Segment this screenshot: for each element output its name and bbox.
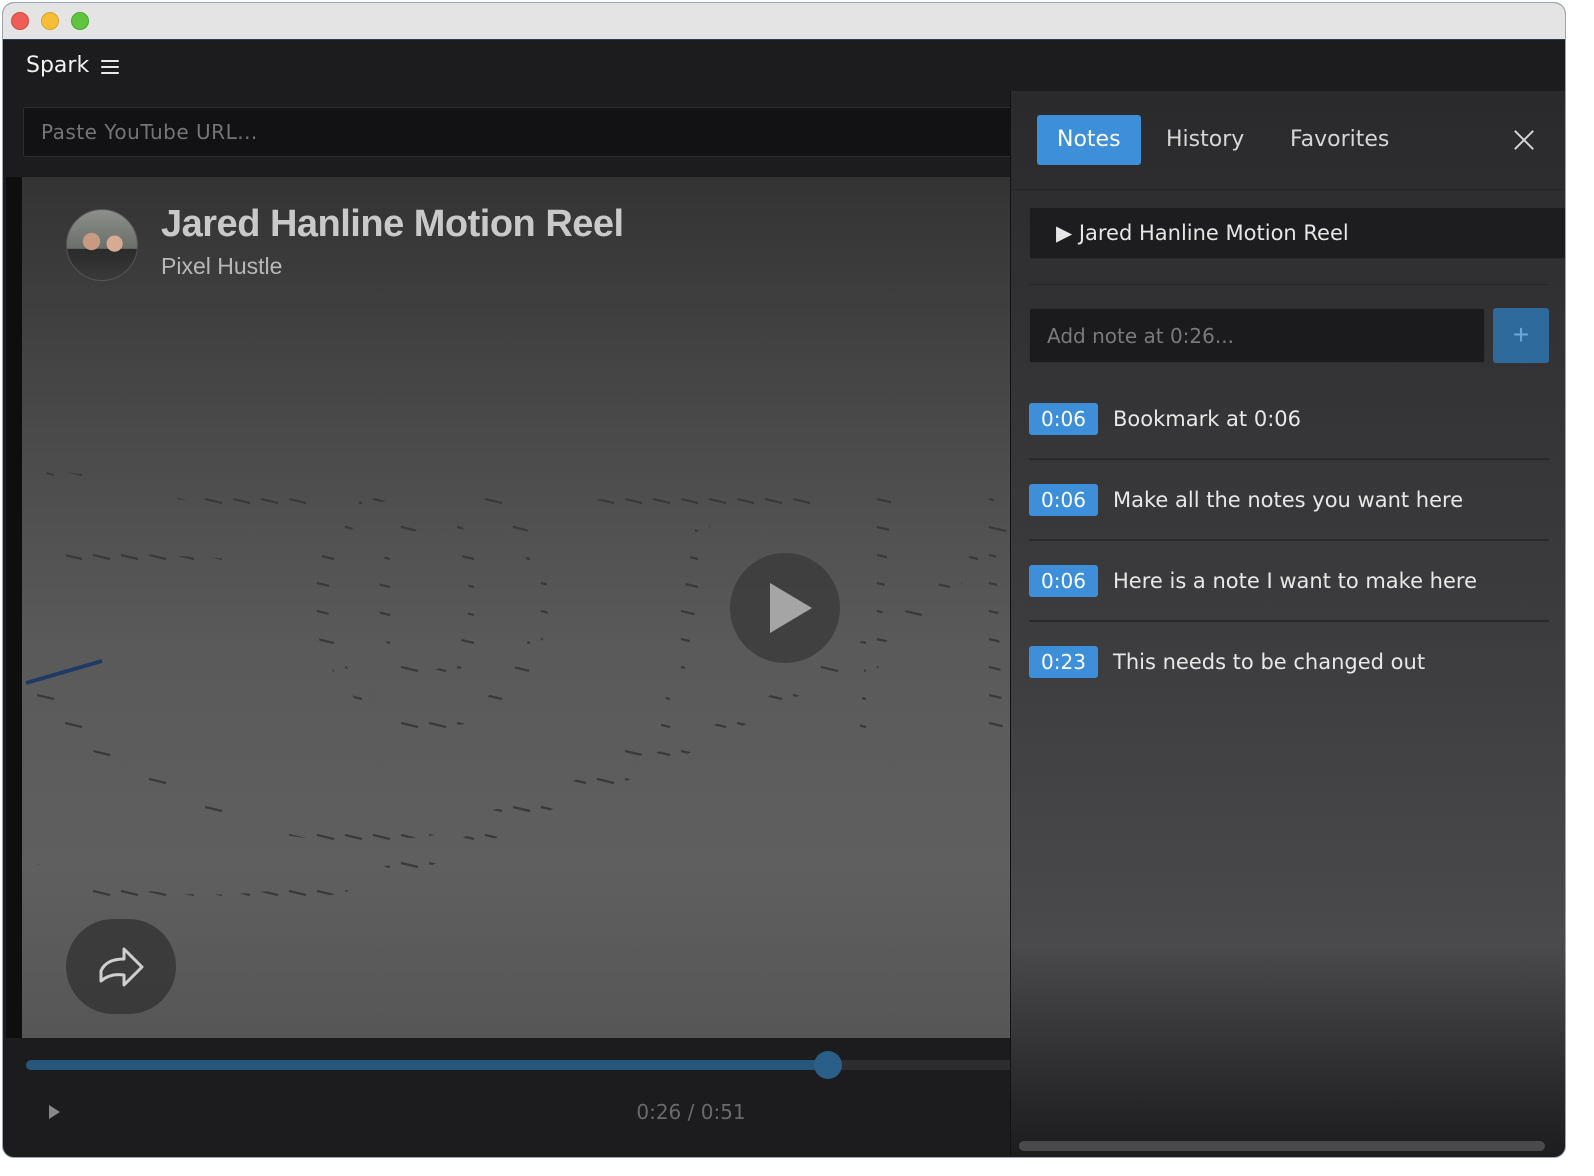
video-left-edge bbox=[6, 177, 22, 1038]
time-display: 0:26 / 0:51 bbox=[636, 1100, 746, 1124]
app-window: Spark Jared Hanline Motion Reel bbox=[2, 2, 1566, 1158]
note-divider bbox=[1029, 458, 1549, 460]
channel-avatar[interactable] bbox=[66, 209, 138, 281]
player-controls: 0:26 / 0:51 bbox=[6, 1038, 1016, 1157]
note-item[interactable]: 0:06 Here is a note I want to make here bbox=[1029, 565, 1549, 645]
note-text: Bookmark at 0:06 bbox=[1113, 407, 1301, 431]
note-divider bbox=[1029, 539, 1549, 541]
play-icon[interactable] bbox=[49, 1105, 60, 1119]
hamburger-menu-icon[interactable] bbox=[101, 60, 119, 74]
note-timestamp-badge[interactable]: 0:06 bbox=[1029, 403, 1098, 435]
video-select-dropdown[interactable]: ▶ Jared Hanline Motion Reel bbox=[1029, 207, 1565, 259]
close-panel-icon[interactable] bbox=[1499, 115, 1549, 165]
window-titlebar bbox=[3, 3, 1565, 40]
video-frame-art bbox=[20, 347, 1016, 909]
note-timestamp-badge[interactable]: 0:06 bbox=[1029, 565, 1098, 597]
progress-bar[interactable] bbox=[26, 1051, 1016, 1079]
panel-divider bbox=[1029, 284, 1549, 285]
window-minimize-button[interactable] bbox=[41, 12, 59, 30]
note-item[interactable]: 0:06 Make all the notes you want here bbox=[1029, 484, 1549, 564]
play-overlay-icon[interactable] bbox=[730, 553, 840, 663]
video-title[interactable]: Jared Hanline Motion Reel bbox=[161, 203, 624, 246]
app-name: Spark bbox=[26, 53, 90, 78]
note-timestamp-badge[interactable]: 0:23 bbox=[1029, 646, 1098, 678]
note-text: This needs to be changed out bbox=[1113, 650, 1426, 674]
add-note-input[interactable] bbox=[1029, 308, 1485, 363]
youtube-url-input[interactable] bbox=[23, 107, 1023, 157]
video-channel-name[interactable]: Pixel Hustle bbox=[161, 253, 282, 280]
tab-favorites[interactable]: Favorites bbox=[1290, 115, 1389, 165]
note-item[interactable]: 0:06 Bookmark at 0:06 bbox=[1029, 403, 1549, 483]
window-maximize-button[interactable] bbox=[71, 12, 89, 30]
tab-notes[interactable]: Notes bbox=[1037, 115, 1141, 165]
note-divider bbox=[1029, 620, 1549, 622]
app-header: Spark bbox=[3, 41, 1565, 93]
panel-scrollbar[interactable] bbox=[1019, 1141, 1545, 1151]
note-timestamp-badge[interactable]: 0:06 bbox=[1029, 484, 1098, 516]
note-item[interactable]: 0:23 This needs to be changed out bbox=[1029, 646, 1549, 726]
progress-thumb[interactable] bbox=[814, 1051, 842, 1079]
tab-history[interactable]: History bbox=[1166, 115, 1244, 165]
share-icon bbox=[99, 947, 144, 987]
progress-fill bbox=[26, 1060, 828, 1070]
note-text: Make all the notes you want here bbox=[1113, 488, 1464, 512]
notes-panel: Notes History Favorites ▶ Jared Hanline … bbox=[1010, 91, 1565, 1157]
panel-divider bbox=[1011, 189, 1565, 190]
video-player[interactable]: Jared Hanline Motion Reel Pixel Hustle bbox=[6, 177, 1016, 1038]
add-note-button[interactable]: + bbox=[1493, 308, 1549, 363]
window-close-button[interactable] bbox=[11, 12, 29, 30]
share-button[interactable] bbox=[66, 919, 176, 1014]
note-text: Here is a note I want to make here bbox=[1113, 569, 1478, 593]
